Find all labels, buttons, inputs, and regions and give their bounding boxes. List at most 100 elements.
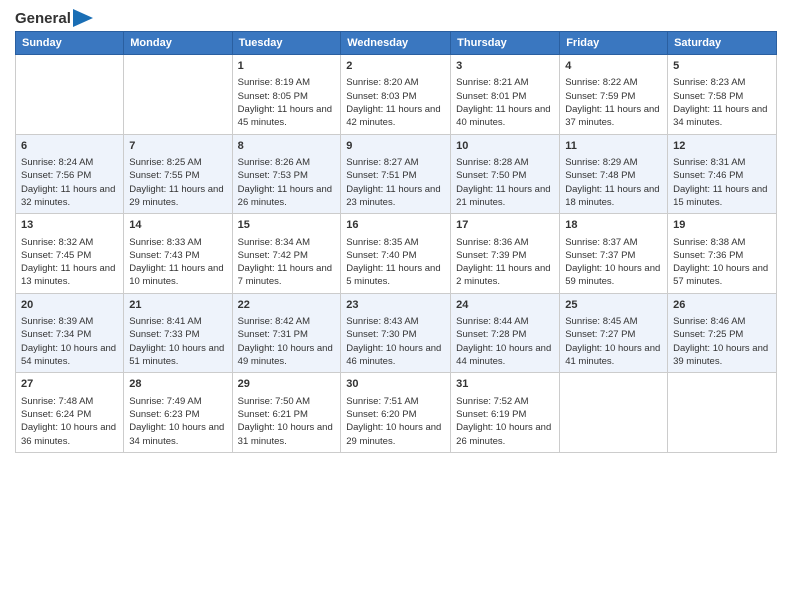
day-info: Sunrise: 8:29 AM bbox=[565, 156, 662, 169]
calendar-cell: 14Sunrise: 8:33 AMSunset: 7:43 PMDayligh… bbox=[124, 214, 232, 294]
day-info: Sunrise: 8:35 AM bbox=[346, 236, 445, 249]
calendar-header-wednesday: Wednesday bbox=[341, 32, 451, 55]
day-number: 5 bbox=[673, 59, 771, 74]
day-info: Sunrise: 8:19 AM bbox=[238, 76, 336, 89]
day-info: Daylight: 11 hours and 18 minutes. bbox=[565, 183, 662, 210]
calendar-cell: 4Sunrise: 8:22 AMSunset: 7:59 PMDaylight… bbox=[560, 55, 668, 135]
day-info: Sunset: 7:33 PM bbox=[129, 328, 226, 341]
day-number: 4 bbox=[565, 59, 662, 74]
day-info: Sunrise: 8:26 AM bbox=[238, 156, 336, 169]
day-info: Sunset: 7:28 PM bbox=[456, 328, 554, 341]
day-info: Sunset: 8:03 PM bbox=[346, 90, 445, 103]
calendar-cell bbox=[124, 55, 232, 135]
calendar-cell: 9Sunrise: 8:27 AMSunset: 7:51 PMDaylight… bbox=[341, 134, 451, 214]
calendar-cell: 24Sunrise: 8:44 AMSunset: 7:28 PMDayligh… bbox=[451, 293, 560, 373]
calendar-cell: 31Sunrise: 7:52 AMSunset: 6:19 PMDayligh… bbox=[451, 373, 560, 453]
calendar-cell: 13Sunrise: 8:32 AMSunset: 7:45 PMDayligh… bbox=[16, 214, 124, 294]
day-info: Daylight: 10 hours and 39 minutes. bbox=[673, 342, 771, 369]
day-info: Sunset: 7:51 PM bbox=[346, 169, 445, 182]
day-info: Sunrise: 8:20 AM bbox=[346, 76, 445, 89]
day-info: Sunrise: 8:36 AM bbox=[456, 236, 554, 249]
calendar-cell: 18Sunrise: 8:37 AMSunset: 7:37 PMDayligh… bbox=[560, 214, 668, 294]
day-info: Sunrise: 7:49 AM bbox=[129, 395, 226, 408]
day-info: Sunset: 6:20 PM bbox=[346, 408, 445, 421]
calendar-cell: 8Sunrise: 8:26 AMSunset: 7:53 PMDaylight… bbox=[232, 134, 341, 214]
day-info: Sunset: 7:59 PM bbox=[565, 90, 662, 103]
day-info: Sunrise: 7:51 AM bbox=[346, 395, 445, 408]
calendar-cell: 5Sunrise: 8:23 AMSunset: 7:58 PMDaylight… bbox=[668, 55, 777, 135]
day-info: Sunset: 7:50 PM bbox=[456, 169, 554, 182]
calendar-cell: 7Sunrise: 8:25 AMSunset: 7:55 PMDaylight… bbox=[124, 134, 232, 214]
day-info: Sunset: 8:05 PM bbox=[238, 90, 336, 103]
day-info: Sunset: 6:19 PM bbox=[456, 408, 554, 421]
day-number: 30 bbox=[346, 377, 445, 392]
day-info: Daylight: 11 hours and 5 minutes. bbox=[346, 262, 445, 289]
calendar-cell: 19Sunrise: 8:38 AMSunset: 7:36 PMDayligh… bbox=[668, 214, 777, 294]
day-info: Daylight: 10 hours and 46 minutes. bbox=[346, 342, 445, 369]
day-number: 17 bbox=[456, 218, 554, 233]
calendar-cell: 6Sunrise: 8:24 AMSunset: 7:56 PMDaylight… bbox=[16, 134, 124, 214]
day-number: 23 bbox=[346, 298, 445, 313]
day-info: Daylight: 11 hours and 32 minutes. bbox=[21, 183, 118, 210]
day-info: Sunset: 7:53 PM bbox=[238, 169, 336, 182]
day-info: Sunrise: 8:45 AM bbox=[565, 315, 662, 328]
day-info: Daylight: 11 hours and 29 minutes. bbox=[129, 183, 226, 210]
day-number: 18 bbox=[565, 218, 662, 233]
day-info: Sunrise: 8:37 AM bbox=[565, 236, 662, 249]
day-number: 9 bbox=[346, 139, 445, 154]
day-number: 2 bbox=[346, 59, 445, 74]
day-info: Sunrise: 8:42 AM bbox=[238, 315, 336, 328]
calendar-cell bbox=[560, 373, 668, 453]
calendar-cell: 11Sunrise: 8:29 AMSunset: 7:48 PMDayligh… bbox=[560, 134, 668, 214]
day-info: Daylight: 10 hours and 29 minutes. bbox=[346, 421, 445, 448]
day-number: 25 bbox=[565, 298, 662, 313]
calendar-cell: 20Sunrise: 8:39 AMSunset: 7:34 PMDayligh… bbox=[16, 293, 124, 373]
calendar-cell: 3Sunrise: 8:21 AMSunset: 8:01 PMDaylight… bbox=[451, 55, 560, 135]
day-info: Sunrise: 8:43 AM bbox=[346, 315, 445, 328]
day-info: Sunset: 7:45 PM bbox=[21, 249, 118, 262]
day-info: Daylight: 10 hours and 34 minutes. bbox=[129, 421, 226, 448]
calendar-week-4: 20Sunrise: 8:39 AMSunset: 7:34 PMDayligh… bbox=[16, 293, 777, 373]
day-number: 22 bbox=[238, 298, 336, 313]
logo: General bbox=[15, 10, 93, 25]
calendar-cell: 12Sunrise: 8:31 AMSunset: 7:46 PMDayligh… bbox=[668, 134, 777, 214]
day-info: Sunset: 7:55 PM bbox=[129, 169, 226, 182]
day-info: Sunset: 7:40 PM bbox=[346, 249, 445, 262]
day-info: Sunrise: 8:24 AM bbox=[21, 156, 118, 169]
day-info: Daylight: 10 hours and 54 minutes. bbox=[21, 342, 118, 369]
day-number: 19 bbox=[673, 218, 771, 233]
day-info: Sunset: 7:31 PM bbox=[238, 328, 336, 341]
day-number: 20 bbox=[21, 298, 118, 313]
day-info: Daylight: 11 hours and 10 minutes. bbox=[129, 262, 226, 289]
day-info: Sunrise: 7:48 AM bbox=[21, 395, 118, 408]
calendar-cell: 30 Sunrise: 7:51 AMSunset: 6:20 PMDayligh… bbox=[341, 373, 451, 453]
day-info: Sunrise: 8:44 AM bbox=[456, 315, 554, 328]
day-number: 3 bbox=[456, 59, 554, 74]
day-info: Daylight: 10 hours and 26 minutes. bbox=[456, 421, 554, 448]
calendar-week-1: 1Sunrise: 8:19 AMSunset: 8:05 PMDaylight… bbox=[16, 55, 777, 135]
calendar-cell: 15Sunrise: 8:34 AMSunset: 7:42 PMDayligh… bbox=[232, 214, 341, 294]
day-number: 15 bbox=[238, 218, 336, 233]
day-info: Daylight: 10 hours and 31 minutes. bbox=[238, 421, 336, 448]
day-info: Daylight: 11 hours and 26 minutes. bbox=[238, 183, 336, 210]
calendar-cell: 21Sunrise: 8:41 AMSunset: 7:33 PMDayligh… bbox=[124, 293, 232, 373]
day-info: Daylight: 11 hours and 45 minutes. bbox=[238, 103, 336, 130]
logo-icon bbox=[73, 9, 93, 27]
day-number: 16 bbox=[346, 218, 445, 233]
day-info: Sunset: 7:42 PM bbox=[238, 249, 336, 262]
day-info: Sunset: 7:34 PM bbox=[21, 328, 118, 341]
day-info: Sunrise: 8:46 AM bbox=[673, 315, 771, 328]
day-number: 10 bbox=[456, 139, 554, 154]
calendar-header-monday: Monday bbox=[124, 32, 232, 55]
day-info: Sunset: 7:39 PM bbox=[456, 249, 554, 262]
day-info: Sunrise: 8:31 AM bbox=[673, 156, 771, 169]
calendar-week-5: 27Sunrise: 7:48 AMSunset: 6:24 PMDayligh… bbox=[16, 373, 777, 453]
day-info: Daylight: 11 hours and 42 minutes. bbox=[346, 103, 445, 130]
calendar-week-3: 13Sunrise: 8:32 AMSunset: 7:45 PMDayligh… bbox=[16, 214, 777, 294]
day-number: 28 bbox=[129, 377, 226, 392]
day-number: 26 bbox=[673, 298, 771, 313]
day-number: 27 bbox=[21, 377, 118, 392]
day-info: Sunset: 7:36 PM bbox=[673, 249, 771, 262]
calendar-cell: 27Sunrise: 7:48 AMSunset: 6:24 PMDayligh… bbox=[16, 373, 124, 453]
day-info: Daylight: 10 hours and 51 minutes. bbox=[129, 342, 226, 369]
